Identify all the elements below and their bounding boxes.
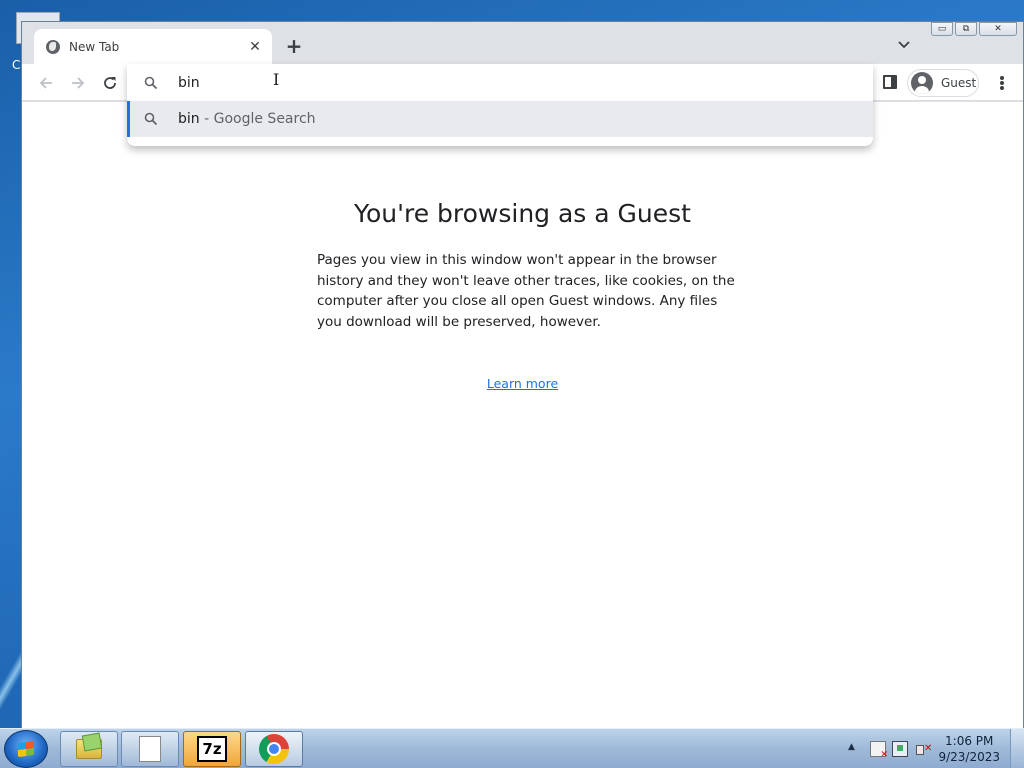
7zip-icon: 7z [197, 736, 227, 762]
back-button[interactable] [34, 71, 58, 95]
new-tab-button[interactable]: + [284, 34, 304, 58]
forward-button[interactable] [66, 71, 90, 95]
text-cursor-icon: I [273, 70, 280, 89]
omnibox-suggestion[interactable]: bin - Google Search [127, 101, 873, 137]
page-title: You're browsing as a Guest [354, 199, 691, 228]
globe-icon [46, 39, 60, 54]
tab-title: New Tab [69, 39, 120, 54]
omnibox-popup: bin I bin - Google Search [127, 64, 873, 146]
profile-name: Guest [941, 76, 977, 90]
action-center-icon[interactable] [870, 741, 888, 760]
suggestion-description: - Google Search [199, 111, 316, 127]
suggestion-query: bin [178, 111, 200, 127]
arrow-right-icon [72, 77, 85, 89]
taskbar-7zip[interactable]: 7z [183, 731, 241, 767]
notepad-icon [139, 736, 161, 762]
omnibox-text[interactable]: bin [178, 75, 200, 91]
selection-indicator [127, 101, 130, 137]
show-desktop-button[interactable] [1010, 729, 1024, 768]
avatar-icon [911, 72, 933, 94]
clock-time: 1:06 PM [945, 734, 994, 748]
search-icon [144, 112, 158, 126]
system-tray: ▲ 1:06 PM 9/23/2023 [834, 729, 1024, 768]
start-button[interactable] [4, 730, 48, 768]
show-hidden-icons-button[interactable]: ▲ [848, 742, 855, 752]
browser-window: ▭ ⧉ ✕ New Tab ✕ + Guest bin I bin - Goog… [21, 21, 1024, 729]
wallpaper-swoosh [0, 640, 22, 720]
taskbar-notepad[interactable] [121, 731, 179, 767]
profile-button[interactable]: Guest [907, 69, 979, 97]
page-content: You're browsing as a Guest Pages you vie… [22, 102, 1023, 729]
arrow-left-icon [39, 77, 52, 89]
suggestion-text: bin - Google Search [178, 111, 316, 127]
folder-icon [76, 739, 102, 759]
clock[interactable]: 1:06 PM 9/23/2023 [938, 733, 1000, 765]
desktop-icon-label: C [12, 58, 21, 72]
reload-icon [104, 77, 116, 89]
search-icon [144, 76, 158, 89]
omnibox-input[interactable]: bin I [127, 64, 873, 101]
chevron-down-icon[interactable] [897, 38, 911, 52]
taskbar-explorer[interactable] [60, 731, 118, 767]
side-panel-icon[interactable] [883, 75, 897, 89]
tab-strip: New Tab ✕ + [22, 22, 1023, 64]
volume-muted-icon[interactable] [916, 741, 932, 757]
chrome-icon [259, 734, 289, 764]
reload-button[interactable] [98, 71, 122, 95]
guest-description: Pages you view in this window won't appe… [317, 252, 735, 330]
taskbar-chrome[interactable] [245, 731, 303, 767]
kebab-menu-icon[interactable] [999, 73, 1005, 93]
taskbar: 7z ▲ 1:06 PM 9/23/2023 [0, 728, 1024, 768]
tab-close-button[interactable]: ✕ [246, 38, 264, 56]
network-icon[interactable] [892, 741, 908, 757]
tab-new-tab[interactable]: New Tab ✕ [34, 29, 272, 64]
learn-more-link[interactable]: Learn more [22, 376, 1023, 391]
clock-date: 9/23/2023 [938, 750, 1000, 764]
